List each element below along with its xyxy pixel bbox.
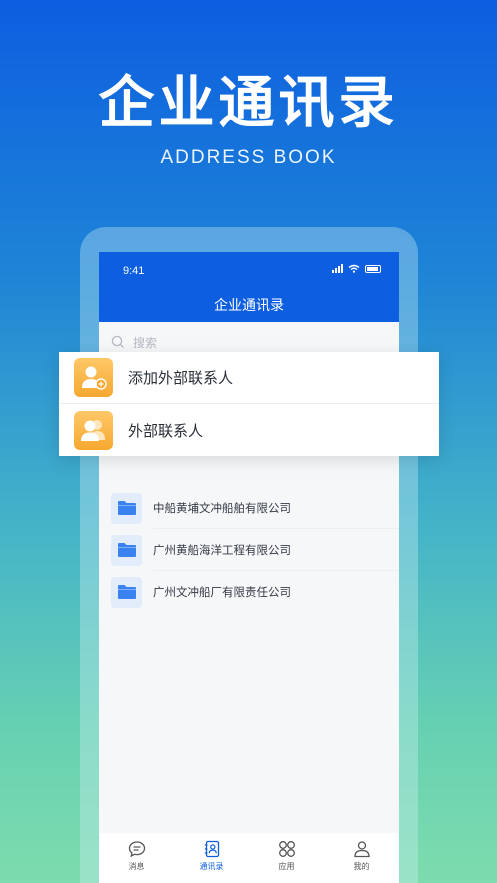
tab-label: 应用	[278, 862, 295, 871]
contacts-icon	[74, 410, 113, 450]
tab-apps[interactable]: 应用	[249, 833, 324, 883]
list-item[interactable]: 广州文冲船厂有限责任公司	[99, 571, 399, 613]
profile-icon	[353, 841, 370, 858]
hero-subtitle: ADDRESS BOOK	[160, 147, 337, 168]
page-title: 企业通讯录	[214, 298, 284, 314]
list-item[interactable]: 广州黄船海洋工程有限公司	[99, 529, 399, 571]
tab-messages[interactable]: 消息	[99, 833, 174, 883]
add-external-contact-label: 添加外部联系人	[128, 369, 234, 387]
external-contacts-label: 外部联系人	[128, 421, 204, 440]
folder-icon	[111, 492, 142, 524]
tab-label: 消息	[128, 862, 145, 871]
folder-icon	[111, 534, 142, 566]
battery-icon	[365, 264, 381, 273]
status-icons	[332, 264, 381, 273]
wifi-icon	[348, 264, 360, 273]
tab-address-book[interactable]: 通讯录	[174, 833, 249, 883]
hero-title: 企业通讯录	[98, 71, 399, 136]
bottom-tab-bar: 消息 通讯录 应用 我的	[99, 833, 399, 883]
message-icon	[128, 841, 145, 858]
signal-icon	[332, 264, 343, 273]
apps-icon	[278, 841, 295, 857]
tab-profile[interactable]: 我的	[324, 833, 399, 883]
add-contact-icon	[74, 358, 113, 397]
address-book-icon	[204, 840, 219, 858]
app-header: 9:41 企业通讯录	[99, 252, 399, 322]
list-item[interactable]: 中船黄埔文冲船舶有限公司	[99, 487, 399, 529]
status-time: 9:41	[123, 265, 145, 277]
folder-icon	[111, 576, 142, 608]
quick-actions-card: 添加外部联系人 外部联系人	[59, 352, 439, 456]
tab-label: 我的	[353, 862, 370, 871]
add-external-contact-item[interactable]: 添加外部联系人	[59, 352, 439, 404]
company-name: 广州黄船海洋工程有限公司	[153, 543, 291, 557]
company-name: 广州文冲船厂有限责任公司	[153, 585, 291, 599]
external-contacts-item[interactable]: 外部联系人	[59, 404, 439, 456]
search-icon	[111, 335, 125, 349]
company-list: 中船黄埔文冲船舶有限公司 广州黄船海洋工程有限公司 广州文冲船厂有限责任公司	[99, 487, 399, 613]
tab-label: 通讯录	[199, 862, 224, 871]
company-name: 中船黄埔文冲船舶有限公司	[153, 501, 291, 515]
search-placeholder: 搜索	[133, 335, 158, 350]
